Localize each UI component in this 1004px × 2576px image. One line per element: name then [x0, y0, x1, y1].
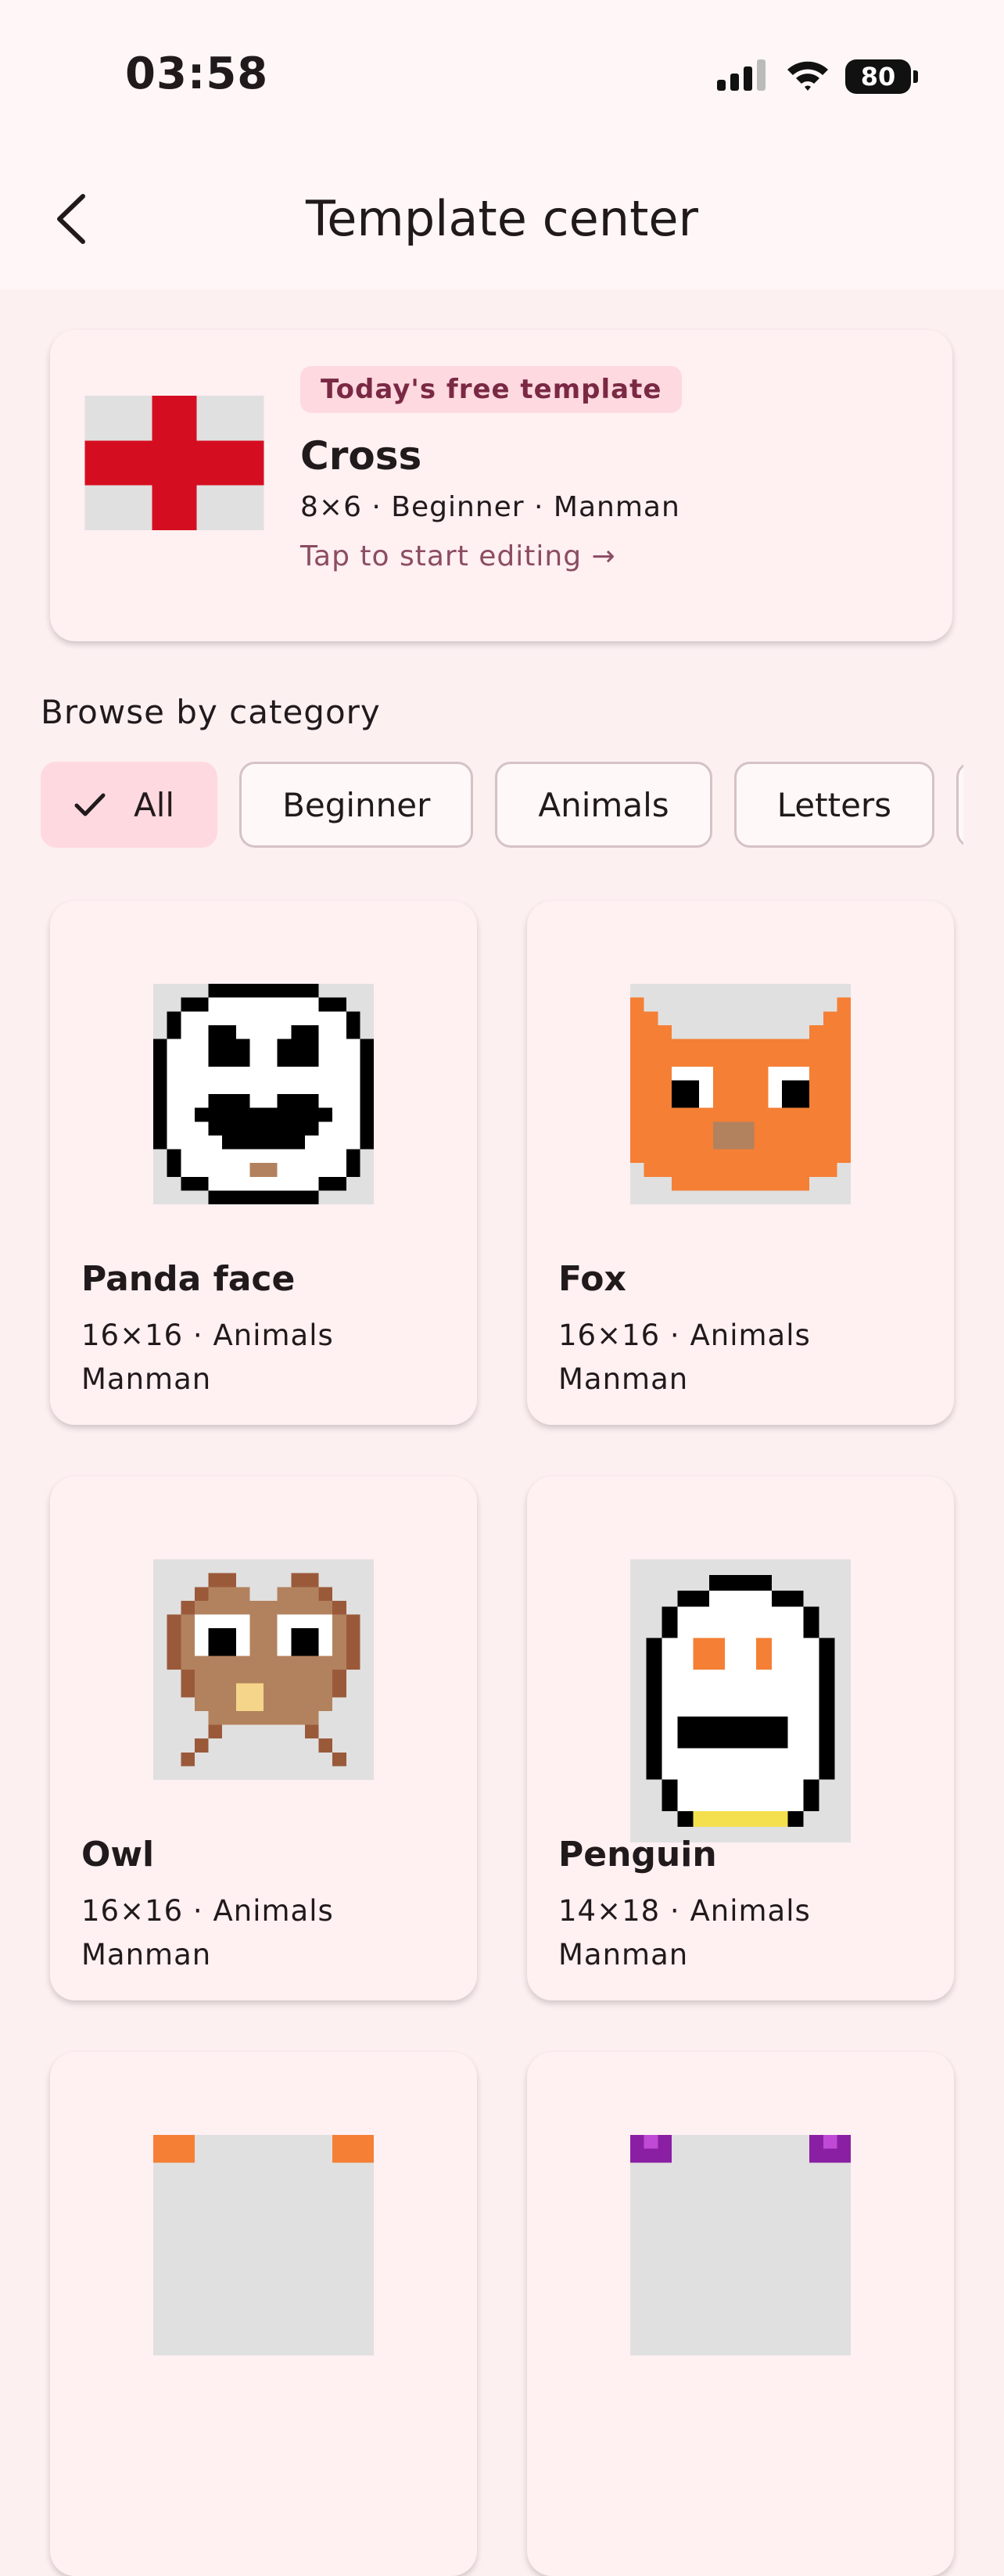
cellular-signal-icon — [717, 59, 770, 94]
template-meta: 16×16 · Animals — [558, 1318, 811, 1352]
cross-pixel-art — [84, 396, 264, 530]
free-template-badge: Today's free template — [300, 366, 683, 413]
penguin-pixel-art — [630, 1559, 851, 1842]
chip-beginner[interactable]: Beginner — [239, 762, 474, 848]
template-author: Manman — [81, 1938, 212, 1971]
battery-level: 80 — [845, 59, 911, 94]
chip-next[interactable] — [956, 762, 963, 848]
template-card-partial[interactable] — [50, 2052, 477, 2576]
featured-title: Cross — [300, 433, 422, 479]
check-icon — [74, 792, 106, 817]
status-bar: 03:58 80 — [0, 0, 1004, 156]
template-card-owl[interactable]: Owl 16×16 · Animals Manman — [50, 1476, 477, 2000]
chip-label: All — [134, 785, 175, 824]
featured-meta: 8×6 · Beginner · Manman — [300, 491, 680, 523]
template-meta: 16×16 · Animals — [81, 1318, 334, 1352]
template-meta: 14×18 · Animals — [558, 1894, 811, 1928]
chip-label: Beginner — [282, 785, 431, 824]
chip-animals[interactable]: Animals — [495, 762, 712, 848]
template-title: Penguin — [558, 1835, 717, 1875]
start-editing-link[interactable]: Tap to start editing → — [300, 540, 682, 572]
browse-by-category-label: Browse by category — [41, 693, 381, 731]
chip-letters[interactable]: Letters — [733, 762, 935, 848]
status-time: 03:58 — [125, 48, 269, 99]
cat-pixel-art — [630, 2135, 851, 2355]
template-author: Manman — [81, 1362, 212, 1396]
chip-label: Letters — [776, 785, 892, 824]
template-card-fox[interactable]: Fox 16×16 · Animals Manman — [527, 901, 954, 1425]
template-card-panda[interactable]: Panda face 16×16 · Animals Manman — [50, 901, 477, 1425]
featured-template-card[interactable]: Today's free template Cross 8×6 · Beginn… — [50, 330, 952, 641]
template-title: Owl — [81, 1835, 155, 1875]
fox-pixel-art — [630, 984, 851, 1204]
app-bar: Template center — [0, 156, 1004, 289]
template-card-penguin[interactable]: Penguin 14×18 · Animals Manman — [527, 1476, 954, 2000]
chip-all[interactable]: All — [41, 762, 218, 848]
template-author: Manman — [558, 1938, 689, 1971]
category-chips: All Beginner Animals Letters — [41, 762, 963, 851]
page-title: Template center — [305, 190, 699, 247]
template-title: Panda face — [81, 1259, 296, 1299]
template-title: Fox — [558, 1259, 626, 1299]
wifi-icon — [786, 59, 830, 95]
panda-pixel-art — [153, 984, 374, 1204]
template-author: Manman — [558, 1362, 689, 1396]
template-card-partial[interactable] — [527, 2052, 954, 2576]
owl-pixel-art — [153, 1559, 374, 1780]
template-meta: 16×16 · Animals — [81, 1894, 334, 1928]
battery-icon: 80 — [845, 59, 918, 94]
chip-label: Animals — [538, 785, 669, 824]
status-icons: 80 — [717, 55, 918, 99]
fox-pixel-art — [153, 2135, 374, 2355]
